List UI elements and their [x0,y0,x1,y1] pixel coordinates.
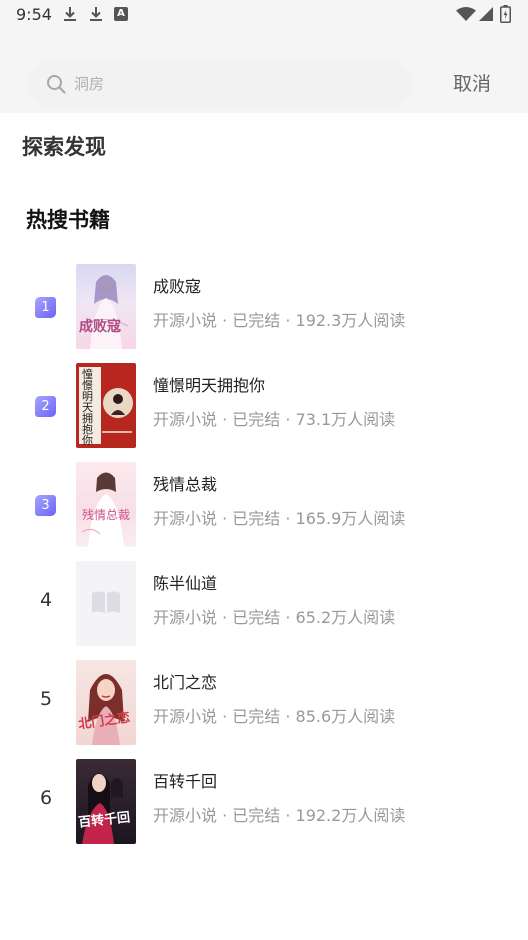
rank-number: 5 [39,688,53,710]
book-cover: 成败寇 [76,264,136,349]
signal-icon [479,7,493,21]
rank-badge: 3 [35,495,56,516]
book-item[interactable]: 6 百转千回 百转千回 开源小说 · 已完结 · 192.2万人阅读 [0,759,528,845]
rank-number: 6 [39,787,53,809]
book-meta: 开源小说 · 已完结 · 192.2万人阅读 [153,806,406,825]
book-meta: 开源小说 · 已完结 · 85.6万人阅读 [153,707,396,726]
book-title: 残情总裁 [153,475,218,494]
book-meta: 开源小说 · 已完结 · 65.2万人阅读 [153,608,396,627]
book-icon [92,591,120,613]
book-meta: 开源小说 · 已完结 · 192.3万人阅读 [153,311,406,330]
cover-art [83,275,129,349]
book-meta: 开源小说 · 已完结 · 73.1万人阅读 [153,410,396,429]
cover-art [88,674,124,745]
rank-badge: 2 [35,396,56,417]
book-cover: 残情总裁 [76,462,136,547]
book-item[interactable]: 3 残情总裁 残情总裁 开源小说 · 已完结 · 165.9万人阅读 [0,462,528,548]
rank-number: 4 [39,589,53,611]
status-time: 9:54 [16,5,52,24]
book-item[interactable]: 5 北门之恋 北门之恋 开源小说 · 已完结 · 85.6万人阅读 [0,660,528,746]
hot-books-section-title: 热搜书籍 [26,208,110,232]
search-icon [47,75,66,94]
download-icon [90,7,102,21]
cover-title: 憧憬明天拥抱你 [82,368,93,447]
cover-art [81,472,124,547]
book-title: 百转千回 [153,772,218,791]
book-title: 成败寇 [153,277,202,296]
book-title: 憧憬明天拥抱你 [153,376,266,395]
wifi-icon [456,7,476,21]
rank-badge: 1 [35,297,56,318]
status-bar: 9:54 A [0,0,528,30]
cover-title: 残情总裁 [82,508,131,522]
cover-title: 成败寇 [79,319,121,335]
book-cover: 憧憬明天拥抱你 [76,363,136,448]
book-cover: 北门之恋 [76,660,136,745]
book-meta: 开源小说 · 已完结 · 165.9万人阅读 [153,509,406,528]
download-icon [64,7,76,21]
cancel-button[interactable]: 取消 [444,66,500,102]
explore-section-title: 探索发现 [22,135,106,159]
book-title: 陈半仙道 [153,574,218,593]
battery-icon [500,5,511,23]
book-item[interactable]: 4 陈半仙道 开源小说 · 已完结 · 65.2万人阅读 [0,561,528,647]
search-input[interactable] [74,72,394,96]
book-item[interactable]: 2 憧憬明天拥抱你 憧憬明天拥抱你 开源小说 · 已完结 · 73.1万人阅读 [0,363,528,449]
book-cover-placeholder [76,561,136,646]
book-cover: 百转千回 [76,759,136,844]
search-bar[interactable] [28,60,412,108]
book-title: 北门之恋 [153,673,218,692]
cover-art [82,773,123,844]
a-icon: A [114,7,128,21]
book-item[interactable]: 1 成败寇 成败寇 开源小说 · 已完结 · 192.3万人阅读 [0,264,528,350]
